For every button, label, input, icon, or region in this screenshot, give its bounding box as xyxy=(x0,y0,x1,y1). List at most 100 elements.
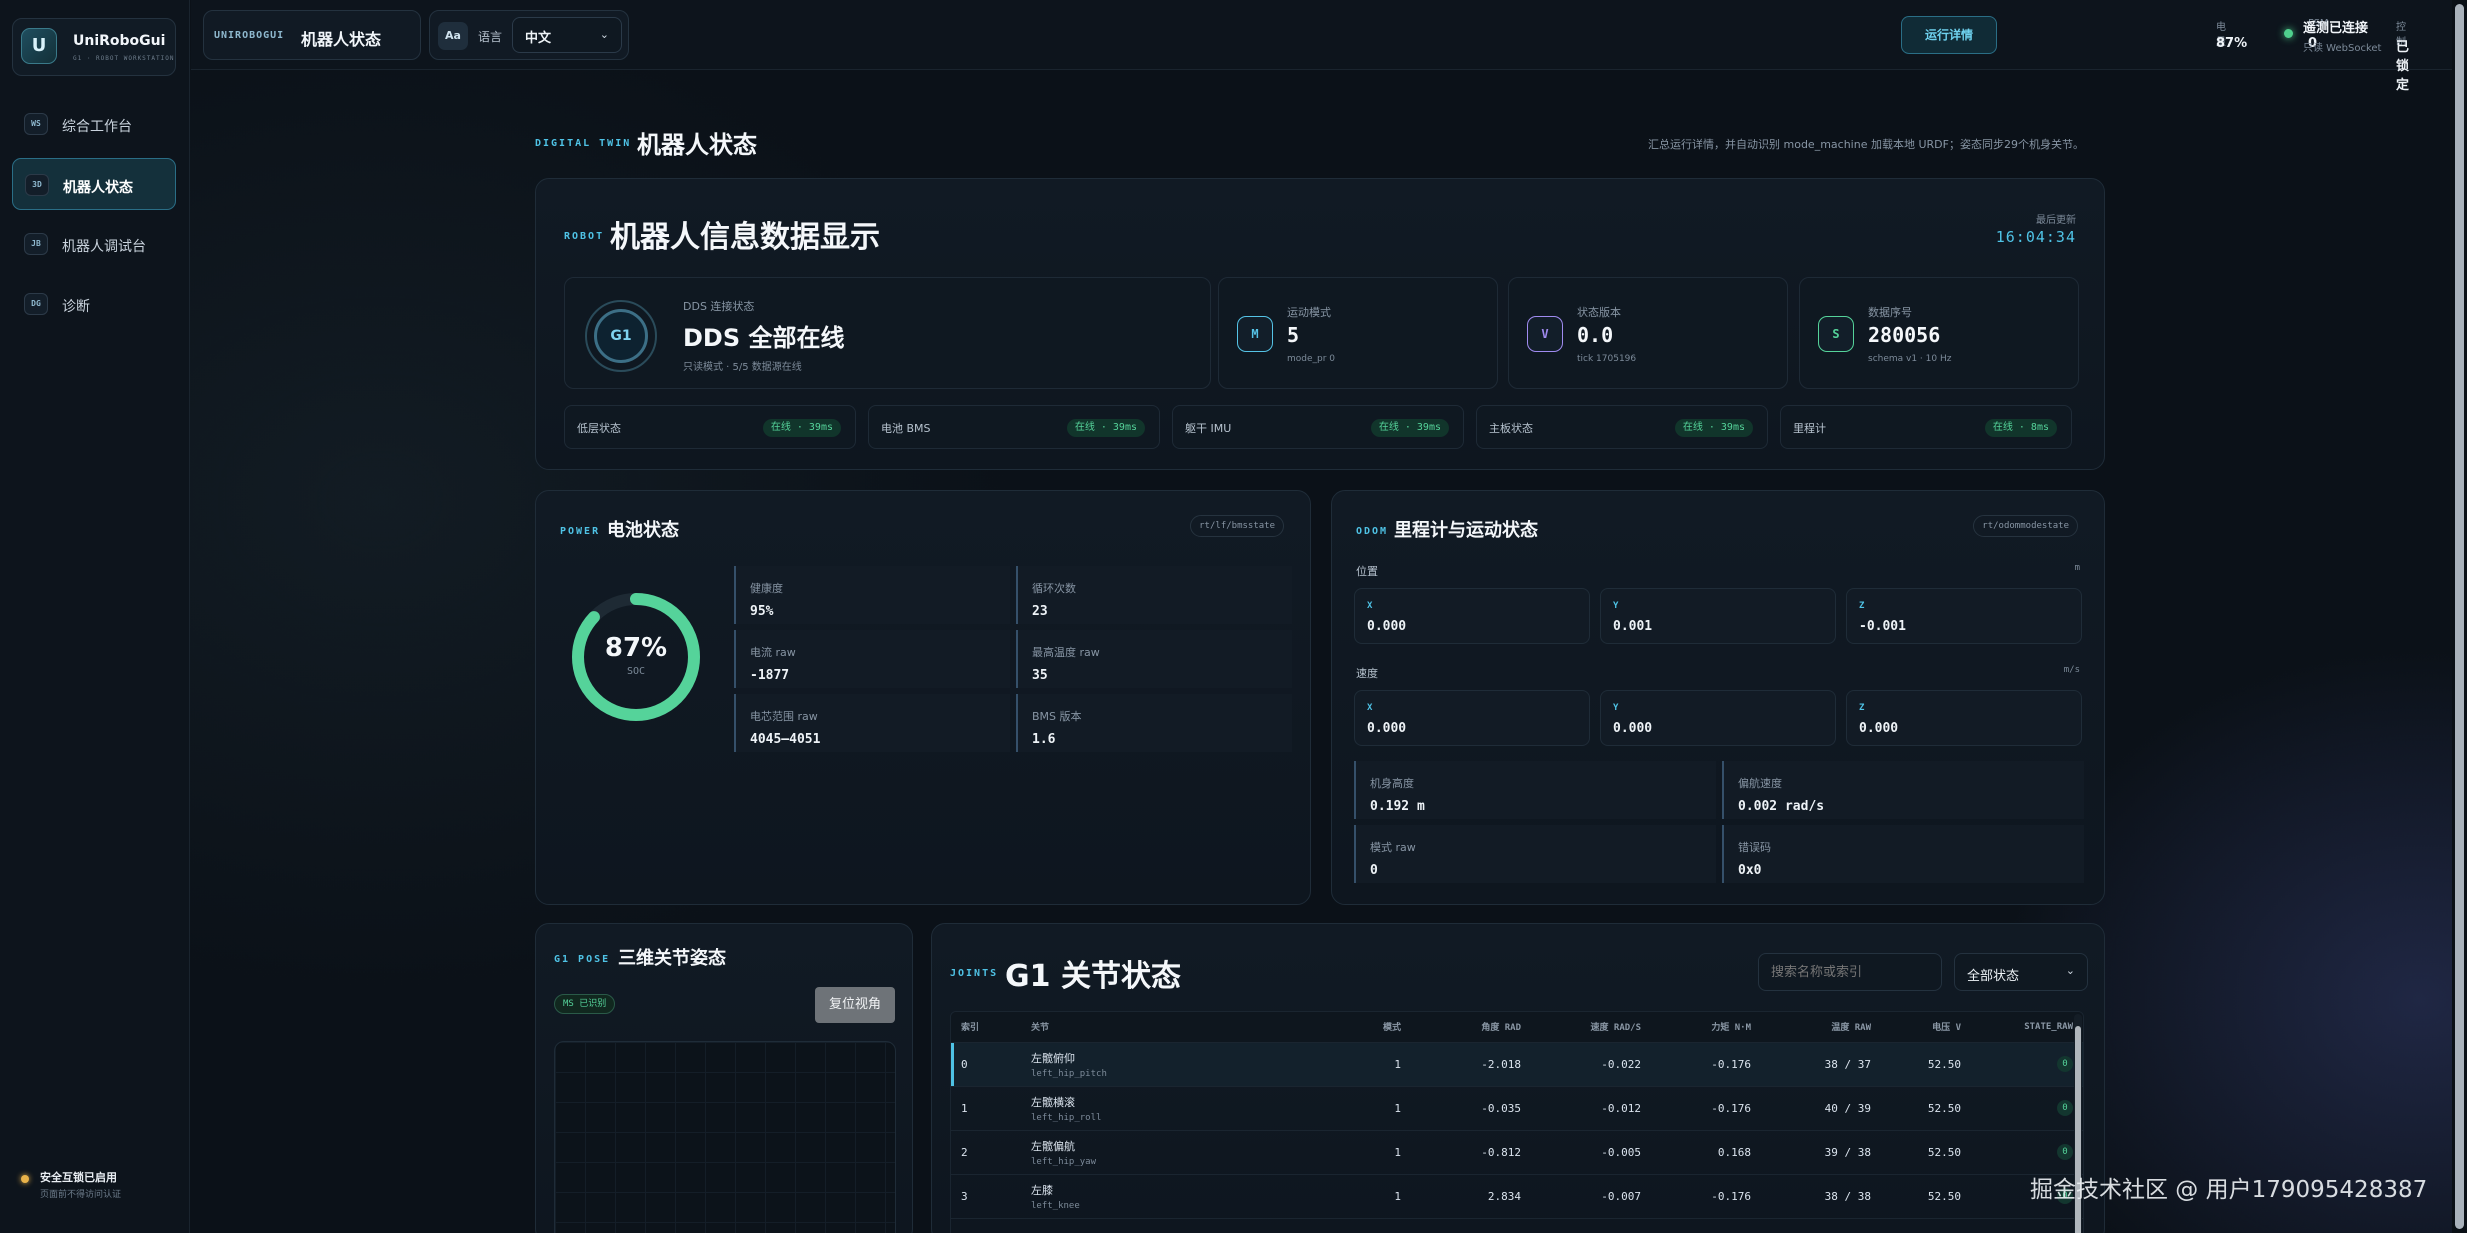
joint-row[interactable]: 2 左髋偏航 left_hip_yaw 1 -0.812 -0.005 0.168 39 / … xyxy=(951,1129,2083,1174)
sidebar-item-label: 综合工作台 xyxy=(62,119,132,135)
joint-torque: -0.176 xyxy=(1651,1173,1761,1218)
state-filter-select[interactable]: 全部状态 ⌄ xyxy=(1954,953,2088,991)
update-time: 16:04:34 xyxy=(1995,228,2076,246)
odom-axis-value: 0.000 xyxy=(1367,619,1407,634)
page-scrollbar[interactable] xyxy=(2452,0,2467,1233)
joints-column-header[interactable]: 关节 xyxy=(1021,1012,1271,1042)
odom-extra-value: 0x0 xyxy=(1738,863,1762,878)
pose-tag: G1 POSE xyxy=(554,954,611,965)
language-group: Aa 语言 中文 ⌄ xyxy=(429,10,629,60)
joint-row[interactable]: 3 左膝 left_knee 1 2.834 -0.007 -0.176 38 / 38 52.… xyxy=(951,1173,2083,1218)
pose-3d-viewport[interactable] xyxy=(554,1041,896,1233)
sidebar-item-label: 机器人状态 xyxy=(63,180,133,196)
joint-state-raw-cell xyxy=(1971,1217,2083,1233)
joint-angle: -0.812 xyxy=(1411,1129,1531,1174)
joints-column-header[interactable]: 速度 RAD/S xyxy=(1531,1012,1651,1042)
joint-state-raw-cell: 0 xyxy=(1971,1041,2083,1086)
source-online-badge: 在线 · 8ms xyxy=(1984,419,2057,437)
joints-panel: JOINTS G1 关节状态 全部状态 ⌄ 索引关节模式角度 RAD速度 RAD… xyxy=(931,923,2105,1233)
source-online-badge: 在线 · 39ms xyxy=(1674,419,1753,437)
joint-temp: 39 / 38 xyxy=(1761,1129,1881,1174)
robot-card-label: 运动模式 xyxy=(1287,306,1331,319)
joint-torque: -0.176 xyxy=(1651,1085,1761,1130)
sidebar-item-3d[interactable]: 3D 机器人状态 xyxy=(12,158,176,210)
velocity-label: 速度 xyxy=(1356,667,1378,680)
joints-title: G1 关节状态 xyxy=(1005,959,1181,994)
sidebar-item-dg[interactable]: DG 诊断 xyxy=(12,278,176,330)
joints-column-header[interactable]: STATE_RAW xyxy=(1971,1012,2083,1042)
odom-axis-value: 0.000 xyxy=(1859,721,1899,736)
reset-view-button[interactable]: 复位视角 xyxy=(815,987,895,1023)
pose-chip: MS 已识别 xyxy=(554,994,616,1014)
joint-code: left_hip_yaw xyxy=(1031,1156,1097,1167)
dds-card: G1 DDS 连接状态 DDS 全部在线 只读模式 · 5/5 数据源在线 xyxy=(564,277,1211,389)
sidebar-item-label: 诊断 xyxy=(62,299,90,315)
joint-row[interactable]: 1 左髋横滚 left_hip_roll 1 -0.035 -0.012 -0.176 40 … xyxy=(951,1085,2083,1130)
joints-tag: JOINTS xyxy=(950,968,999,979)
chevron-down-icon: ⌄ xyxy=(599,28,609,41)
source-label: 里程计 xyxy=(1793,422,1826,435)
joint-index: 3 xyxy=(951,1173,1021,1218)
joint-row[interactable]: 4左踝俯仰 xyxy=(951,1217,2083,1233)
robot-card-label: 数据序号 xyxy=(1868,306,1912,319)
page-scrollbar-thumb[interactable] xyxy=(2455,4,2464,1229)
joint-name: 左髋横滚 xyxy=(1031,1095,1075,1109)
joint-index: 1 xyxy=(951,1085,1021,1130)
joint-row[interactable]: 0 左髋俯仰 left_hip_pitch 1 -2.018 -0.022 -0.176 38… xyxy=(951,1041,2083,1086)
joints-column-header[interactable]: 温度 RAW xyxy=(1761,1012,1881,1042)
joints-column-header[interactable]: 索引 xyxy=(951,1012,1021,1042)
joint-temp: 40 / 39 xyxy=(1761,1085,1881,1130)
brand-card[interactable]: U UniRoboGui G1 · ROBOT WORKSTATION xyxy=(12,18,176,76)
sidebar-item-jb[interactable]: JB 机器人调试台 xyxy=(12,218,176,270)
odom-extra-label: 错误码 xyxy=(1738,841,1771,854)
sidebar-item-icon: DG xyxy=(24,293,48,315)
joint-search-input[interactable] xyxy=(1758,953,1942,991)
joint-temp: 38 / 37 xyxy=(1761,1041,1881,1086)
app-name: UniRoboGui xyxy=(73,33,166,49)
joint-mode: 1 xyxy=(1271,1129,1411,1174)
source-label: 电池 BMS xyxy=(881,422,931,435)
pose-panel: G1 POSE 三维关节姿态 MS 已识别 复位视角 xyxy=(535,923,913,1233)
odom-extra-value: 0.002 rad/s xyxy=(1738,799,1825,814)
dds-label: DDS 连接状态 xyxy=(683,300,755,313)
language-select[interactable]: 中文 ⌄ xyxy=(512,17,622,53)
battery-stat-value: -1877 xyxy=(750,668,790,683)
run-details-button[interactable]: 运行详情 xyxy=(1901,16,1997,54)
dds-note: 只读模式 · 5/5 数据源在线 xyxy=(683,362,802,373)
joint-volt: 52.50 xyxy=(1881,1085,1971,1130)
battery-stat: 健康度 95% xyxy=(734,566,1010,624)
joint-state-raw: 0 xyxy=(2057,1144,2073,1160)
joints-column-header[interactable]: 角度 RAD xyxy=(1411,1012,1531,1042)
battery-stat-value: 23 xyxy=(1032,604,1048,619)
joint-angle xyxy=(1411,1217,1531,1233)
odom-vel-x: X 0.000 xyxy=(1354,690,1590,746)
source-label: 躯干 IMU xyxy=(1185,422,1232,435)
dds-ring-icon: G1 xyxy=(585,300,657,372)
update-label: 最后更新 xyxy=(2036,215,2076,226)
odom-tag: ODOM xyxy=(1356,526,1389,537)
joint-volt: 52.50 xyxy=(1881,1173,1971,1218)
battery-topic: rt/lf/bmsstate xyxy=(1190,515,1284,537)
odom-vel-y: Y 0.000 xyxy=(1600,690,1836,746)
robot-card-value: 280056 xyxy=(1868,323,1941,347)
source-status-item: 躯干 IMU 在线 · 39ms xyxy=(1172,405,1464,449)
battery-stat-label: 健康度 xyxy=(750,582,783,595)
joint-torque xyxy=(1651,1217,1761,1233)
joints-column-header[interactable]: 力矩 N·M xyxy=(1651,1012,1761,1042)
odom-extra-stat: 错误码 0x0 xyxy=(1722,825,2084,883)
joints-column-header[interactable]: 电压 V xyxy=(1881,1012,1971,1042)
battery-stat-value: 1.6 xyxy=(1032,732,1056,747)
joint-index: 4 xyxy=(951,1217,1021,1233)
joint-mode xyxy=(1271,1217,1411,1233)
joints-table-wrap: 索引 关节 模式 角度 RAD 速度 RAD/S 力矩 N·M 温度 RAW 电压 V STAT… xyxy=(950,1011,2084,1233)
joints-column-header[interactable]: 模式 xyxy=(1271,1012,1411,1042)
battery-stat-value: 35 xyxy=(1032,668,1048,683)
dds-ring-inner: G1 xyxy=(594,309,648,363)
joint-name-cell: 左髋俯仰 left_hip_pitch xyxy=(1021,1041,1271,1086)
odom-title: 里程计与运动状态 xyxy=(1394,520,1538,541)
battery-stat-label: 循环次数 xyxy=(1032,582,1076,595)
font-size-icon[interactable]: Aa xyxy=(438,22,468,50)
battery-stat-label: 电芯范围 raw xyxy=(750,710,818,723)
sidebar-item-ws[interactable]: WS 综合工作台 xyxy=(12,98,176,150)
robot-card-value: 5 xyxy=(1287,323,1300,347)
